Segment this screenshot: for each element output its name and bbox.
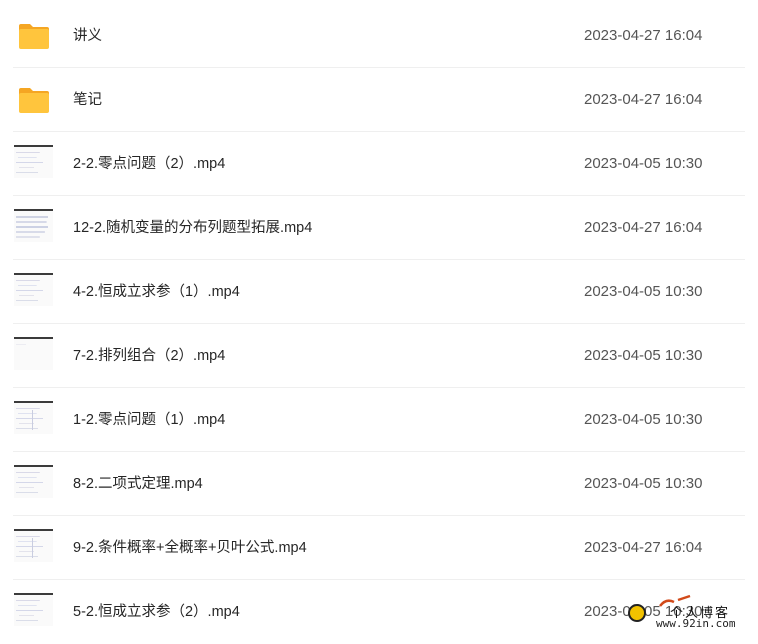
file-row-folder[interactable]: 笔记 2023-04-27 16:04 (13, 69, 745, 132)
file-row-video[interactable]: 7-2.排列组合（2）.mp4 2023-04-05 10:30 (13, 325, 745, 388)
folder-icon (19, 24, 49, 49)
file-date: 2023-04-05 10:30 (584, 283, 703, 300)
file-row-video[interactable]: 8-2.二项式定理.mp4 2023-04-05 10:30 (13, 453, 745, 516)
video-thumbnail-icon (14, 593, 53, 626)
video-thumbnail-icon (14, 145, 53, 178)
file-date: 2023-04-05 10:30 (584, 411, 703, 428)
file-name[interactable]: 2-2.零点问题（2）.mp4 (73, 154, 225, 174)
watermark: 个人博客 www.92in.com (626, 590, 758, 635)
folder-icon (19, 88, 49, 113)
video-thumbnail-icon (14, 465, 53, 498)
file-date: 2023-04-05 10:30 (584, 155, 703, 172)
file-date: 2023-04-27 16:04 (584, 27, 703, 44)
file-row-video[interactable]: 9-2.条件概率+全概率+贝叶公式.mp4 2023-04-27 16:04 (13, 517, 745, 580)
video-thumbnail-icon (14, 401, 53, 434)
file-name[interactable]: 9-2.条件概率+全概率+贝叶公式.mp4 (73, 538, 307, 558)
file-date: 2023-04-05 10:30 (584, 347, 703, 364)
video-thumbnail-icon (14, 273, 53, 306)
file-name[interactable]: 1-2.零点问题（1）.mp4 (73, 410, 225, 430)
watermark-badge-icon (628, 604, 646, 622)
file-row-folder[interactable]: 讲义 2023-04-27 16:04 (13, 5, 745, 68)
file-name[interactable]: 4-2.恒成立求参（1）.mp4 (73, 282, 240, 302)
file-row-video[interactable]: 12-2.随机变量的分布列题型拓展.mp4 2023-04-27 16:04 (13, 197, 745, 260)
file-name[interactable]: 8-2.二项式定理.mp4 (73, 474, 203, 494)
file-row-video[interactable]: 4-2.恒成立求参（1）.mp4 2023-04-05 10:30 (13, 261, 745, 324)
file-name[interactable]: 7-2.排列组合（2）.mp4 (73, 346, 225, 366)
file-date: 2023-04-27 16:04 (584, 91, 703, 108)
video-thumbnail-icon (14, 529, 53, 562)
file-name[interactable]: 笔记 (73, 90, 102, 110)
file-date: 2023-04-27 16:04 (584, 539, 703, 556)
file-list: 讲义 2023-04-27 16:04 笔记 2023-04-27 16:04 … (0, 0, 758, 635)
video-thumbnail-icon (14, 209, 53, 242)
file-date: 2023-04-05 10:30 (584, 475, 703, 492)
watermark-url: www.92in.com (656, 617, 736, 630)
file-name[interactable]: 讲义 (73, 26, 102, 46)
file-date: 2023-04-27 16:04 (584, 219, 703, 236)
file-name[interactable]: 5-2.恒成立求参（2）.mp4 (73, 602, 240, 622)
file-row-video[interactable]: 1-2.零点问题（1）.mp4 2023-04-05 10:30 (13, 389, 745, 452)
video-thumbnail-icon (14, 337, 53, 370)
file-name[interactable]: 12-2.随机变量的分布列题型拓展.mp4 (73, 218, 312, 238)
file-row-video[interactable]: 2-2.零点问题（2）.mp4 2023-04-05 10:30 (13, 133, 745, 196)
